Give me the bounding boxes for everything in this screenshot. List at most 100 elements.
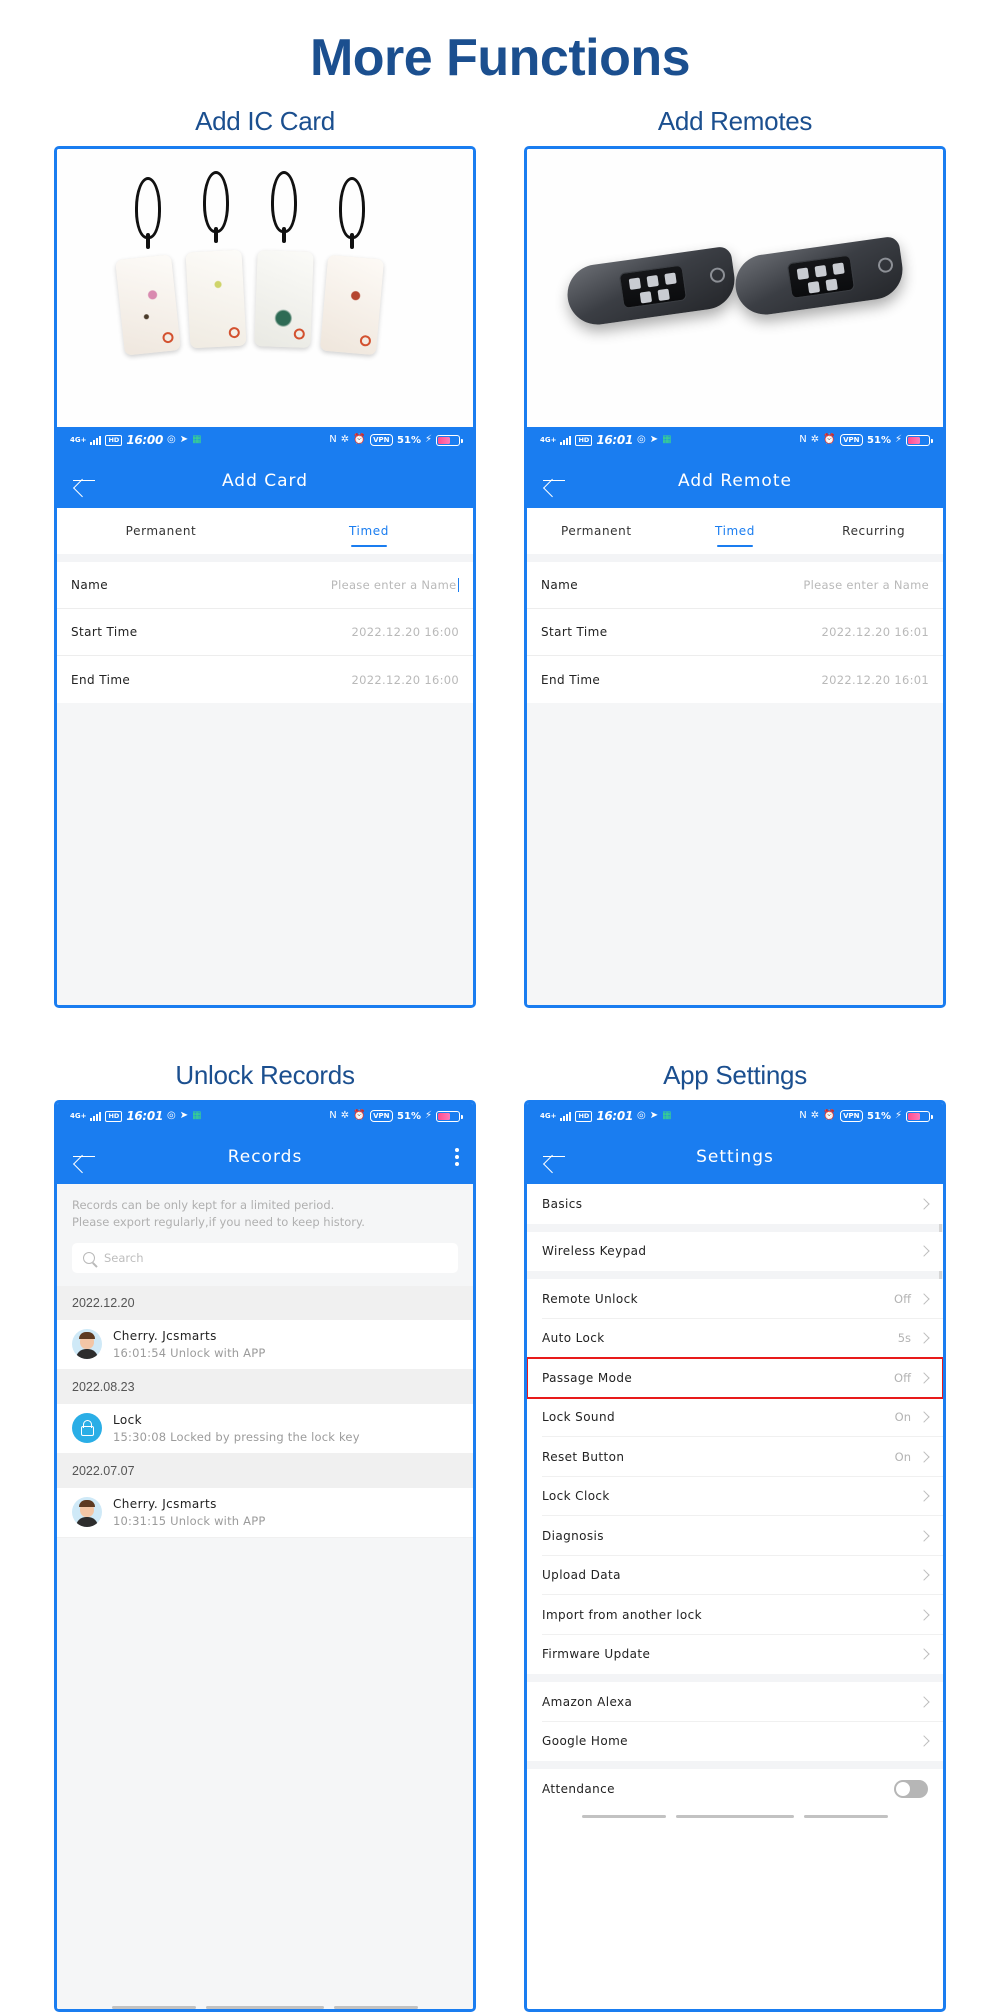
tab-timed[interactable]: Timed [666,524,805,547]
settings-label: Diagnosis [542,1528,604,1543]
field-label-start-time: Start Time [71,625,138,639]
record-row[interactable]: Cherry. Jcsmarts 10:31:15 Unlock with AP… [57,1487,473,1538]
settings-item-attendance[interactable]: Attendance [527,1769,943,1809]
field-label-end-time: End Time [541,672,601,687]
panel-caption-add-ic-card: Add IC Card [195,106,335,136]
more-options-icon[interactable] [455,1147,459,1166]
end-time-value[interactable]: 2022.12.20 16:01 [822,673,929,687]
phone-frame-add-remote: 4G+ HD 16:01 ◎ ➤ ▦ Ν ✲ ⏰ VPN 51% ⚡ Add R… [524,146,946,1008]
status-clock: 16:00 [126,433,164,447]
settings-item-lock-clock[interactable]: Lock Clock [527,1476,943,1516]
group-gap [527,1761,943,1769]
settings-item-lock-sound[interactable]: Lock Sound On [527,1397,943,1437]
alarm-icon: ⏰ [353,434,366,445]
app-notification-icon: ▦ [192,434,202,445]
settings-item-firmware-update[interactable]: Firmware Update [527,1634,943,1674]
hd-icon: HD [105,1110,123,1122]
field-row-end-time[interactable]: End Time 2022.12.20 16:01 [527,656,943,703]
bluetooth-icon: ✲ [810,434,820,445]
field-row-name[interactable]: Name Please enter a Name [57,562,473,609]
start-time-value[interactable]: 2022.12.20 16:00 [352,625,459,639]
panel-grid: Add IC Card 4G+ HD 16:00 ◎ ➤ ▦ Ν ✲ ⏰ VPN… [0,106,1000,2012]
chevron-right-icon [918,1332,930,1344]
field-label-name: Name [71,578,109,592]
chevron-right-icon [918,1451,930,1463]
record-detail: 15:30:08 Locked by pressing the lock key [113,1429,360,1444]
settings-item-upload-data[interactable]: Upload Data [527,1555,943,1595]
settings-value: Off [894,1370,911,1385]
record-row[interactable]: Cherry. Jcsmarts 16:01:54 Unlock with AP… [57,1319,473,1370]
tab-timed[interactable]: Timed [265,524,473,547]
tab-recurring[interactable]: Recurring [804,524,943,538]
settings-item-wireless-keypad[interactable]: Wireless Keypad [527,1231,943,1271]
tab-permanent[interactable]: Permanent [57,524,265,538]
app-bar-title: Add Card [221,470,309,491]
tab-permanent[interactable]: Permanent [527,524,666,538]
settings-item-basics[interactable]: Basics [527,1184,943,1224]
settings-item-reset-button[interactable]: Reset Button On [527,1437,943,1477]
field-row-start-time[interactable]: Start Time 2022.12.20 16:00 [57,609,473,656]
settings-item-amazon-alexa[interactable]: Amazon Alexa [527,1682,943,1722]
field-row-start-time[interactable]: Start Time 2022.12.20 16:01 [527,609,943,656]
remote-key-right [731,235,907,319]
network-type-label: 4G+ [70,1111,87,1120]
app-bar-title: Settings [696,1146,774,1167]
app-notification-icon: ▦ [662,1110,672,1121]
whatsapp-icon: ◎ [167,434,176,445]
vpn-icon: VPN [369,434,394,446]
chevron-right-icon [918,1530,930,1542]
app-bar-title: Add Remote [678,470,792,491]
settings-item-import-from-another-lock[interactable]: Import from another lock [527,1595,943,1635]
status-bar: 4G+ HD 16:00 ◎ ➤ ▦ Ν ✲ ⏰ VPN 51% ⚡ [57,427,473,453]
status-bar: 4G+ HD 16:01 ◎ ➤ ▦ Ν ✲ ⏰ VPN 51% ⚡ [527,427,943,453]
settings-item-passage-mode[interactable]: Passage Mode Off [527,1357,943,1399]
panel-caption-app-settings: App Settings [663,1060,807,1090]
app-bar-title: Records [227,1146,303,1167]
settings-item-remote-unlock[interactable]: Remote Unlock Off [527,1279,943,1319]
whatsapp-icon: ◎ [637,1110,646,1121]
name-input[interactable]: Please enter a Name [331,578,457,592]
panel-unlock-records: Unlock Records 4G+ HD 16:01 ◎ ➤ ▦ Ν ✲ ⏰ … [45,1060,485,2012]
settings-value: Off [894,1291,911,1306]
attendance-toggle[interactable] [894,1779,928,1798]
settings-list[interactable]: Basics Wireless Keypad Remote Unlock Off [527,1184,943,1825]
settings-label: Wireless Keypad [542,1244,647,1259]
battery-percent: 51% [397,1110,421,1122]
record-row[interactable]: Lock 15:30:08 Locked by pressing the loc… [57,1403,473,1454]
network-type-label: 4G+ [70,435,87,444]
settings-item-diagnosis[interactable]: Diagnosis [527,1516,943,1556]
chevron-right-icon [918,1372,930,1384]
settings-label: Import from another lock [542,1607,702,1622]
hd-icon: HD [575,1110,593,1122]
settings-item-google-home[interactable]: Google Home [527,1721,943,1761]
field-row-name[interactable]: Name Please enter a Name [527,562,943,609]
settings-label: Lock Clock [542,1489,610,1504]
signal-bars-icon [90,1111,102,1121]
records-body: Records can be only kept for a limited p… [57,1184,473,2009]
start-time-value[interactable]: 2022.12.20 16:01 [822,625,929,639]
signal-bars-icon [90,435,102,445]
date-group-header: 2022.08.23 [57,1369,473,1404]
date-group-header: 2022.07.07 [57,1453,473,1488]
field-label-end-time: End Time [71,672,131,687]
status-clock: 16:01 [126,1109,164,1123]
search-input[interactable]: Search [72,1242,458,1273]
settings-item-auto-lock[interactable]: Auto Lock 5s [527,1318,943,1358]
record-detail: 16:01:54 Unlock with APP [113,1345,266,1360]
panel-caption-unlock-records: Unlock Records [175,1060,355,1090]
chevron-right-icon [918,1735,930,1747]
bluetooth-icon: ✲ [340,434,350,445]
phone-frame-add-card: 4G+ HD 16:00 ◎ ➤ ▦ Ν ✲ ⏰ VPN 51% ⚡ Add C… [54,146,476,1008]
location-icon: ➤ [179,434,189,445]
name-input[interactable]: Please enter a Name [803,578,929,592]
record-name: Cherry. Jcsmarts [113,1496,217,1511]
form-fields: Name Please enter a Name Start Time 2022… [57,562,473,703]
tab-separator [527,554,943,562]
field-row-end-time[interactable]: End Time 2022.12.20 16:00 [57,656,473,703]
charging-icon: ⚡ [894,434,902,445]
end-time-value[interactable]: 2022.12.20 16:00 [352,673,459,687]
app-notification-icon: ▦ [192,1110,202,1121]
chevron-right-icon [918,1696,930,1708]
app-notification-icon: ▦ [662,434,672,445]
phone-frame-settings: 4G+ HD 16:01 ◎ ➤ ▦ Ν ✲ ⏰ VPN 51% ⚡ Setti… [524,1100,946,2012]
